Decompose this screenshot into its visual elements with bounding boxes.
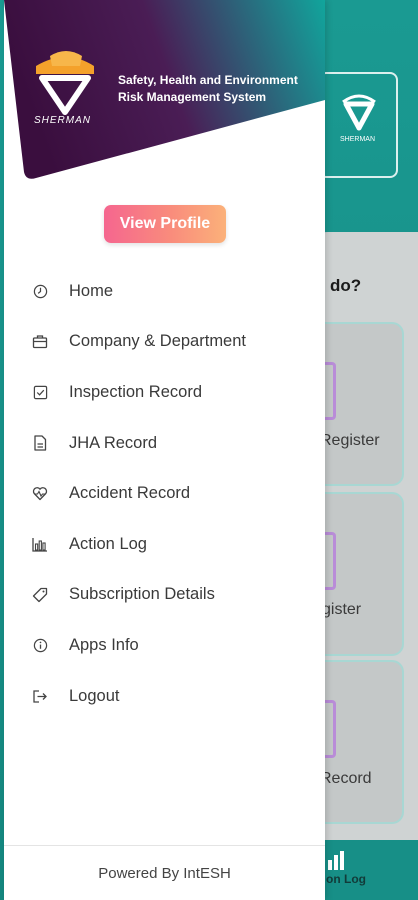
menu-item-accident-record[interactable]: Accident Record xyxy=(4,468,325,519)
background-card-label: Record xyxy=(320,770,372,787)
bar-chart-icon xyxy=(32,536,48,552)
sherman-logo-icon: SHERMAN xyxy=(340,94,376,143)
drawer-footer: Powered By IntESH xyxy=(4,845,325,900)
menu-item-subscription-details[interactable]: Subscription Details xyxy=(4,570,325,621)
background-card-label: gister xyxy=(322,601,362,618)
briefcase-icon xyxy=(32,334,48,350)
document-icon xyxy=(32,435,48,451)
app-title-line: Safety, Health and Environment xyxy=(118,73,298,87)
bar-chart-icon xyxy=(328,851,344,870)
menu-item-label: Inspection Record xyxy=(69,382,202,401)
menu-item-label: Company & Department xyxy=(69,332,246,351)
background-logo-card: SHERMAN xyxy=(318,72,398,178)
menu-item-label: Accident Record xyxy=(69,484,191,503)
app-title: Safety, Health and Environment Risk Mana… xyxy=(118,72,318,106)
menu-item-label: Home xyxy=(69,281,114,300)
menu-item-home[interactable]: Home xyxy=(4,266,325,317)
heartbeat-icon xyxy=(32,486,48,502)
drawer-header: SHERMAN Safety, Health and Environment R… xyxy=(4,0,325,180)
menu-item-company-department[interactable]: Company & Department xyxy=(4,317,325,368)
brand-wordmark: SHERMAN xyxy=(34,115,92,126)
clock-icon xyxy=(32,283,48,299)
menu-item-label: JHA Record xyxy=(69,433,158,452)
navigation-drawer: SHERMAN Safety, Health and Environment R… xyxy=(4,0,325,900)
menu-item-jha-record[interactable]: JHA Record xyxy=(4,418,325,469)
background-nav-label[interactable]: on Log xyxy=(326,872,366,886)
info-icon xyxy=(32,637,48,653)
background-question: do? xyxy=(330,276,362,295)
menu-item-label: Subscription Details xyxy=(69,585,215,604)
app-title-line: Risk Management System xyxy=(118,90,267,104)
view-profile-button[interactable]: View Profile xyxy=(104,205,226,243)
tag-icon xyxy=(32,587,48,603)
svg-text:SHERMAN: SHERMAN xyxy=(340,136,375,143)
menu-item-label: Action Log xyxy=(69,534,147,553)
menu-item-logout[interactable]: Logout xyxy=(4,671,325,722)
menu-item-apps-info[interactable]: Apps Info xyxy=(4,620,325,671)
menu-item-action-log[interactable]: Action Log xyxy=(4,519,325,570)
drawer-menu: Home Company & Department Inspection Rec… xyxy=(4,266,325,721)
menu-item-label: Apps Info xyxy=(69,635,139,654)
checkbox-icon xyxy=(32,384,48,400)
menu-item-label: Logout xyxy=(69,686,120,705)
logout-icon xyxy=(32,688,48,704)
powered-by-text: Powered By IntESH xyxy=(98,864,231,882)
background-card-label: Register xyxy=(320,432,380,449)
menu-item-inspection-record[interactable]: Inspection Record xyxy=(4,367,325,418)
